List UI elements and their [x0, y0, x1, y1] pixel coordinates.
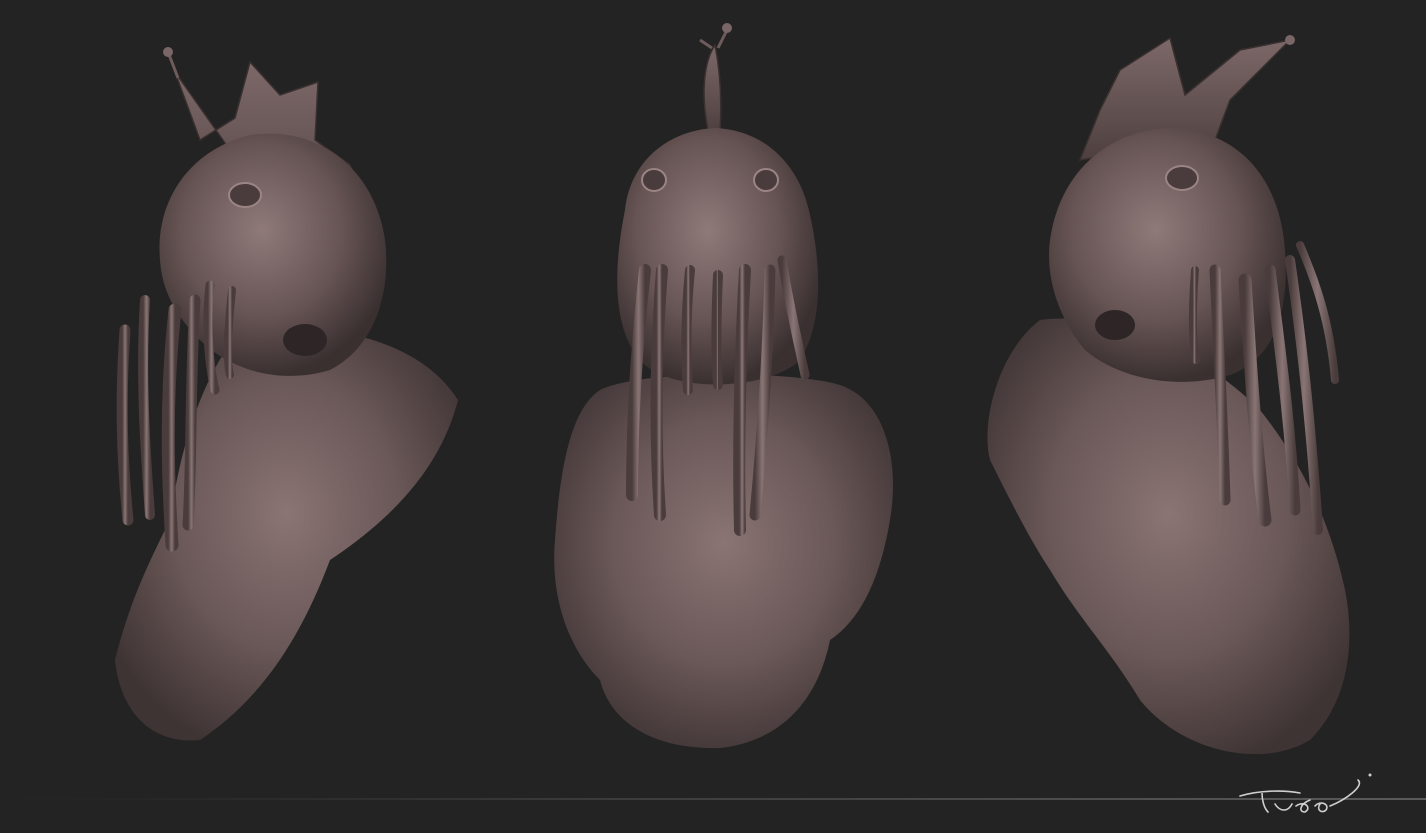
front-eye-left	[641, 168, 667, 192]
floor-line	[0, 798, 1426, 800]
right-eye	[1165, 165, 1199, 191]
front-eye-right	[753, 168, 779, 192]
sculpt-render-canvas	[0, 0, 1426, 833]
left-antenna-tip	[163, 47, 173, 57]
right-mouth	[1095, 310, 1135, 340]
right-antenna-tip	[1285, 35, 1295, 45]
left-mouth	[283, 324, 327, 356]
left-eye	[228, 182, 262, 208]
